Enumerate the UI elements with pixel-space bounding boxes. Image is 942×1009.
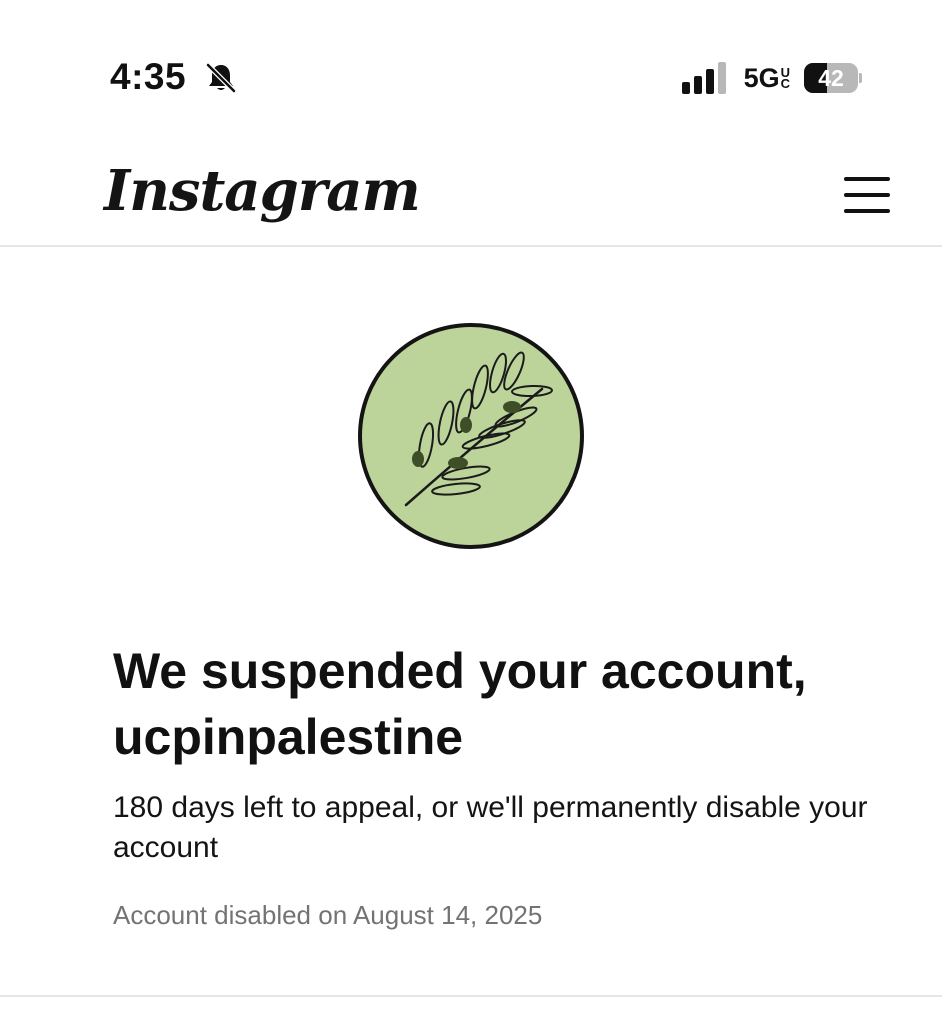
disabled-date-text: Account disabled on August 14, 2025 (113, 900, 543, 930)
olive-branch-icon (404, 351, 553, 507)
status-bar: 4:35 5G U C 42 (0, 0, 942, 130)
status-indicators: 5G U C 42 (681, 58, 862, 98)
divider (0, 995, 942, 997)
battery-icon: 42 (804, 63, 862, 93)
status-time: 4:35 (110, 56, 187, 97)
bell-slash-icon (203, 60, 239, 96)
network-type: 5G U C (744, 63, 790, 94)
app-header: Instagram (0, 130, 942, 247)
hamburger-menu-icon[interactable] (838, 174, 894, 218)
cellular-signal-icon (681, 62, 726, 94)
instagram-logo[interactable]: Instagram (104, 158, 421, 224)
page-title: We suspended your account, ucpinpalestin… (113, 643, 807, 765)
network-label: 5G (743, 62, 780, 93)
avatar (358, 323, 584, 549)
network-suffix: U C (780, 66, 790, 91)
appeal-deadline-text: 180 days left to appeal, or we'll perman… (113, 791, 868, 864)
network-suffix-bottom: C (780, 76, 790, 91)
battery-percent: 42 (818, 65, 844, 91)
